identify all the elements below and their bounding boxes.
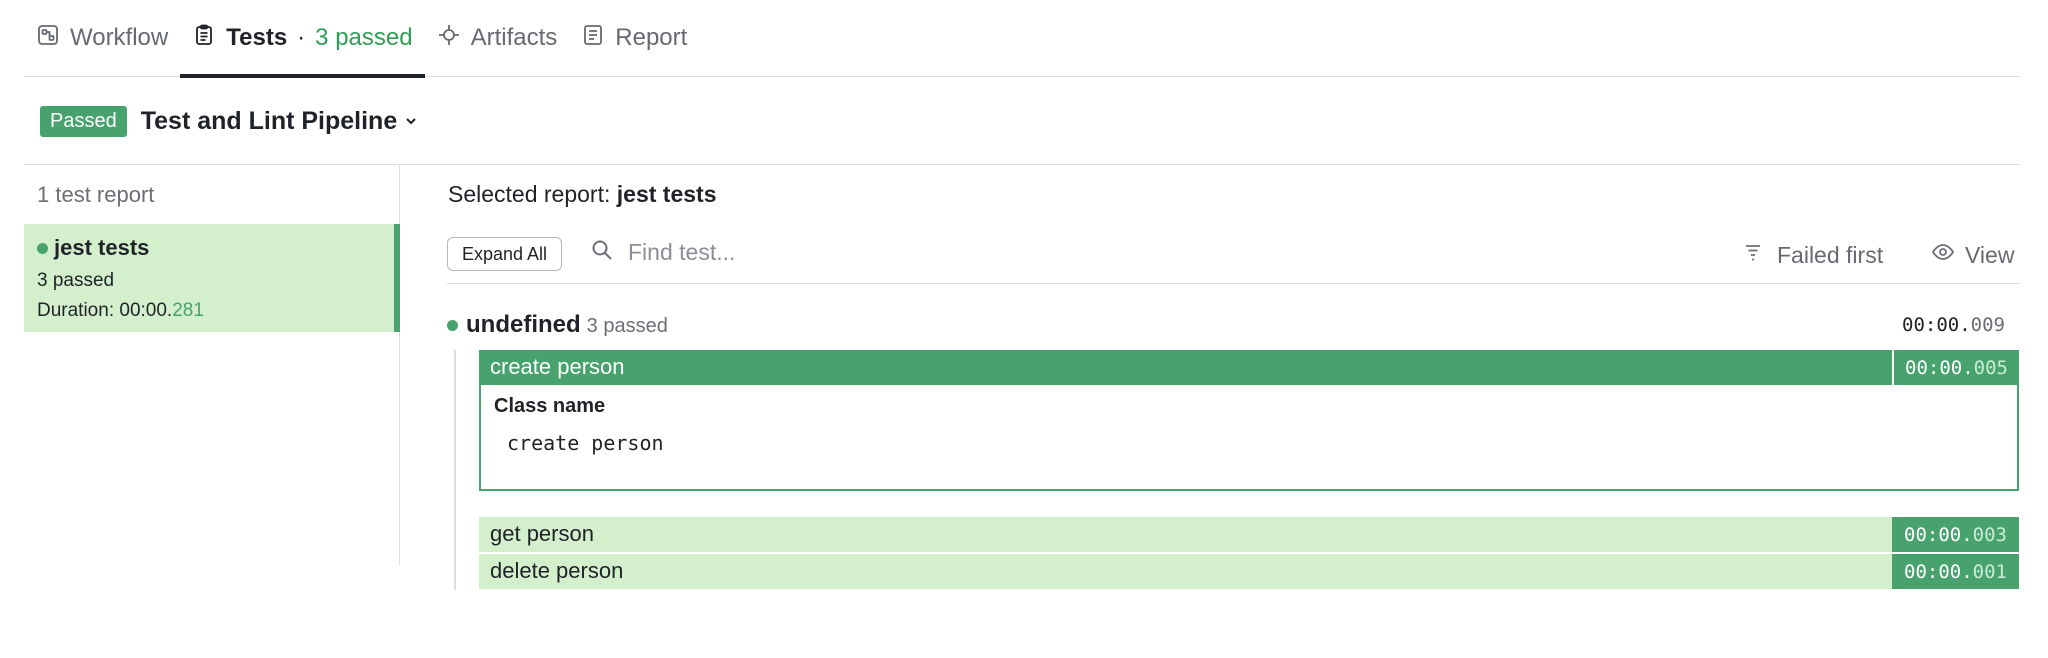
status-dot-icon (447, 319, 458, 331)
chevron-down-icon (403, 107, 419, 136)
pipeline-header: Passed Test and Lint Pipeline (40, 106, 419, 137)
sidebar-item-jest-tests[interactable]: jest tests 3 passed Duration: 00:00.281 (24, 224, 400, 332)
report-duration-prefix: Duration: 00:00. (37, 300, 173, 321)
report-name: jest tests (54, 235, 150, 260)
tab-tests-separator: · (297, 24, 306, 51)
selected-report-prefix: Selected report: (448, 181, 611, 207)
test-row-delete-person[interactable]: delete person 00:00. 001 (479, 554, 2019, 589)
suite-tree-line (454, 350, 456, 590)
test-name: create person (490, 354, 625, 379)
view-label: View (1965, 241, 2015, 268)
tab-report-label: Report (615, 24, 688, 51)
suite-name: undefined (466, 311, 581, 338)
report-name-row: jest tests (37, 235, 149, 261)
test-detail-panel: Class name create person (479, 385, 2019, 491)
eye-icon (1931, 240, 1955, 270)
test-row-get-person[interactable]: get person 00:00. 003 (479, 517, 2019, 552)
sidebar-title: 1 test report (37, 182, 155, 207)
detail-value: create person (507, 431, 664, 455)
test-duration-prefix: 00:00. (1904, 560, 1973, 583)
tab-workflow[interactable]: Workflow (24, 0, 180, 76)
search-bar (590, 238, 928, 267)
artifacts-icon (437, 23, 461, 54)
report-passed-count: 3 passed (37, 270, 115, 291)
tab-report[interactable]: Report (569, 0, 699, 76)
test-duration-ms: 001 (1972, 560, 2007, 583)
report-icon (581, 23, 605, 54)
tab-tests-count: 3 passed (315, 24, 413, 51)
test-name: get person (490, 521, 594, 546)
clipboard-icon (192, 23, 216, 54)
suite-duration-ms: 009 (1970, 314, 2005, 336)
report-sidebar: 1 test report jest tests 3 passed Durati… (24, 165, 400, 565)
suite-duration-prefix: 00:00. (1902, 314, 1971, 336)
selected-report-name: jest tests (616, 181, 717, 207)
tab-artifacts[interactable]: Artifacts (425, 0, 570, 76)
test-duration: 00:00. 001 (1892, 554, 2019, 589)
selected-report-heading: Selected report: jest tests (448, 181, 716, 208)
detail-label: Class name (494, 395, 606, 417)
tab-workflow-label: Workflow (70, 24, 169, 51)
test-duration: 00:00. 003 (1892, 517, 2019, 552)
failed-first-label: Failed first (1777, 241, 1884, 268)
test-duration: 00:00. 005 (1892, 350, 2019, 385)
tab-tests[interactable]: Tests · 3 passed (180, 0, 425, 78)
tab-artifacts-label: Artifacts (470, 24, 558, 51)
status-badge: Passed (40, 106, 127, 137)
report-duration-ms: 281 (172, 300, 204, 321)
report-duration: Duration: 00:00.281 (37, 300, 204, 322)
view-button[interactable]: View (1931, 240, 2014, 270)
workflow-icon (36, 23, 60, 54)
pipeline-selector[interactable]: Test and Lint Pipeline (141, 107, 420, 136)
status-dot-icon (37, 242, 48, 254)
search-input[interactable] (628, 239, 928, 266)
suite-duration: 00:00.009 (1902, 314, 2005, 336)
test-duration-ms: 003 (1972, 523, 2007, 546)
pipeline-title: Test and Lint Pipeline (140, 107, 398, 135)
toolbar-divider (447, 283, 2019, 284)
sort-icon (1741, 240, 1765, 270)
expand-all-button[interactable]: Expand All (447, 237, 562, 271)
suite-passed-count: 3 passed (586, 315, 668, 337)
search-icon (590, 238, 614, 267)
tab-bar: Workflow Tests · 3 passed Artifacts Repo… (24, 0, 2019, 78)
test-duration-prefix: 00:00. (1905, 356, 1974, 379)
test-name: delete person (490, 558, 624, 583)
test-duration-ms: 005 (1973, 356, 2008, 379)
tab-tests-label: Tests (226, 24, 288, 51)
test-row-create-person[interactable]: create person 00:00. 005 (479, 350, 2019, 385)
test-duration-prefix: 00:00. (1904, 523, 1973, 546)
failed-first-sort[interactable]: Failed first (1741, 240, 1883, 270)
suite-header[interactable]: undefined 3 passed (447, 311, 668, 339)
